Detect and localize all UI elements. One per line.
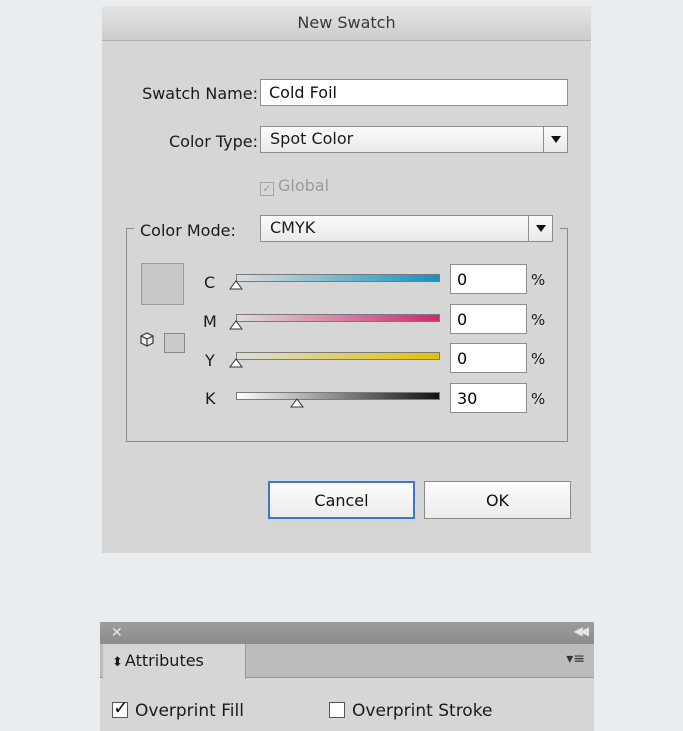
black-slider-thumb[interactable] [290,398,305,408]
close-icon[interactable]: ✕ [111,625,123,641]
black-percent: % [531,390,546,408]
color-mode-value: CMYK [270,218,316,237]
panel-tab-bar: ⬍ Attributes ▾≡ [100,644,594,679]
tab-attributes[interactable]: ⬍ Attributes [103,644,246,679]
magenta-slider-thumb[interactable] [229,320,243,330]
cyan-percent: % [531,271,546,289]
new-swatch-dialog: New Swatch Swatch Name: Color Type: Spot… [102,6,591,553]
panel-header-strip: ✕ ◀◀ [100,622,594,644]
chevron-down-icon [543,127,567,152]
cyan-label: C [204,273,216,292]
black-input[interactable] [450,383,527,413]
color-preview-swatch [141,263,184,305]
tab-attributes-label: Attributes [124,651,204,670]
overprint-fill-label: Overprint Fill [135,701,244,721]
collapse-icon[interactable]: ◀◀ [574,624,590,638]
yellow-slider-thumb[interactable] [229,358,243,368]
checkbox-icon: ✓ [260,182,274,196]
updown-arrows-icon: ⬍ [112,655,123,670]
cyan-slider[interactable] [236,274,440,282]
yellow-slider[interactable] [236,352,440,360]
chevron-down-icon [528,216,552,241]
cyan-slider-thumb[interactable] [229,280,243,290]
swatch-name-label: Swatch Name: [142,84,258,103]
global-checkbox[interactable]: ✓ Global [260,176,329,196]
overprint-fill-checkbox[interactable]: Overprint Fill [112,697,244,721]
yellow-input[interactable] [450,343,527,373]
color-type-label: Color Type: [169,132,258,151]
cancel-button[interactable]: Cancel [268,481,415,519]
overprint-stroke-label: Overprint Stroke [352,701,493,721]
checkbox-icon [329,702,345,718]
black-label: K [205,389,216,408]
magenta-input[interactable] [450,304,527,334]
swatch-name-input[interactable] [260,79,568,106]
color-type-select[interactable]: Spot Color [260,126,568,153]
panel-menu-icon[interactable]: ▾≡ [566,651,585,667]
checkbox-checked-icon [112,697,129,719]
magenta-percent: % [531,311,546,329]
attributes-panel: ✕ ◀◀ ⬍Attributes ▾≡ Overprint Fill Overp… [100,622,594,731]
black-slider[interactable] [236,392,440,400]
magenta-slider[interactable] [236,314,440,322]
color-mode-select[interactable]: CMYK [260,215,553,242]
yellow-label: Y [205,351,215,370]
gamut-color-swatch[interactable] [164,333,185,353]
ok-button[interactable]: OK [424,481,571,519]
dialog-title: New Swatch [102,6,591,41]
overprint-stroke-checkbox[interactable]: Overprint Stroke [329,701,492,721]
color-mode-label: Color Mode: [140,221,236,240]
yellow-percent: % [531,350,546,368]
cyan-input[interactable] [450,264,527,294]
magenta-label: M [203,312,217,331]
global-label: Global [278,176,330,195]
out-of-gamut-cube-icon[interactable] [140,332,154,348]
color-type-value: Spot Color [270,129,354,148]
